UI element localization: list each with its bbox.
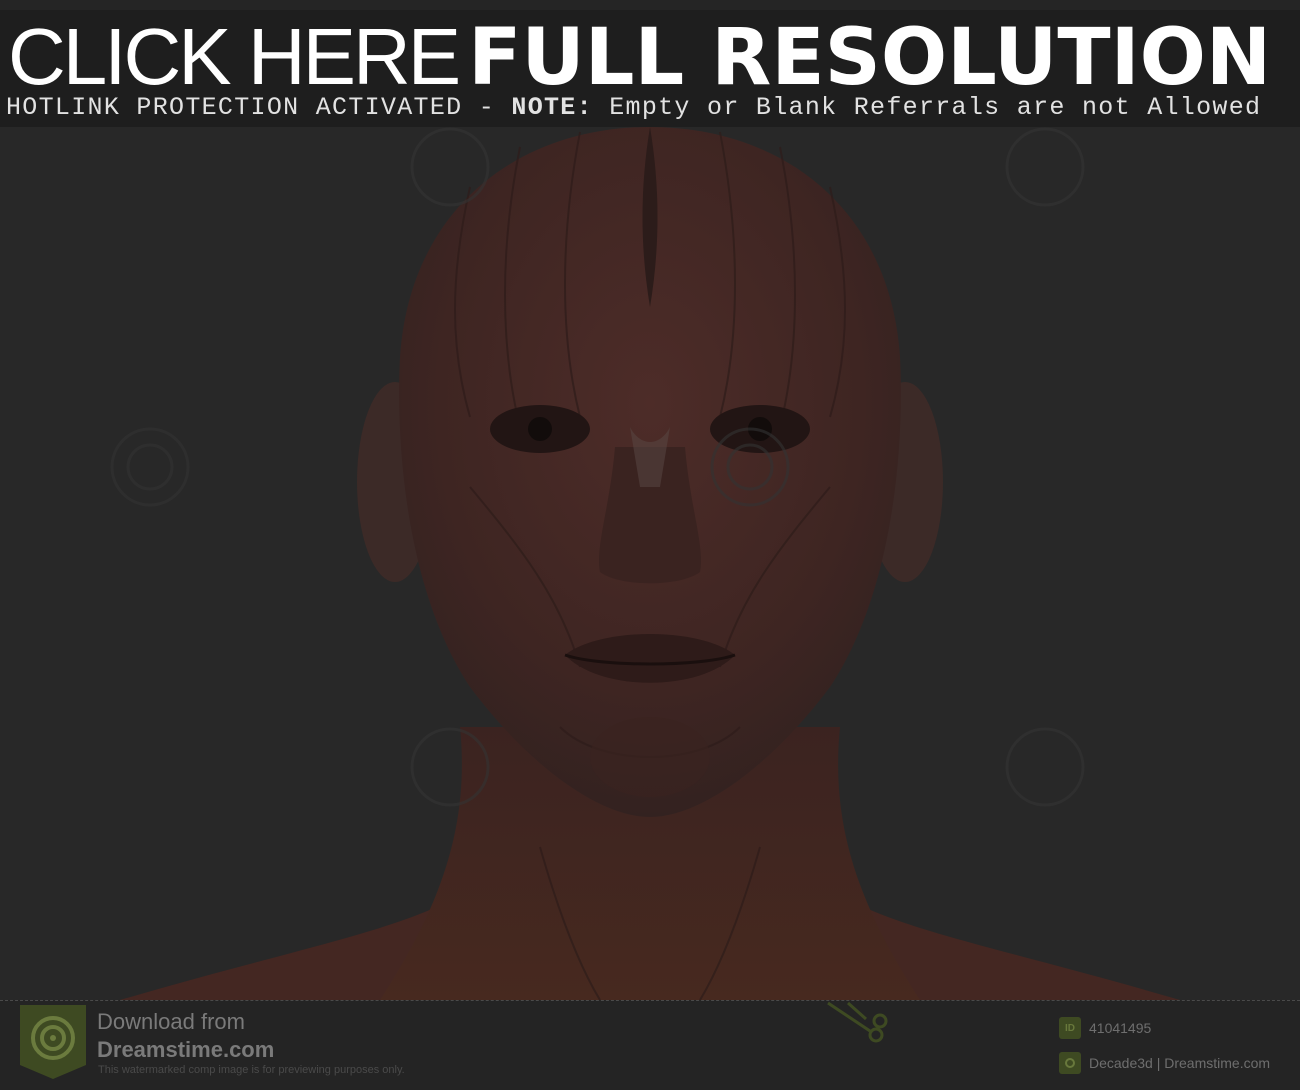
author-row[interactable]: Decade3d | Dreamstime.com — [1059, 1052, 1270, 1074]
hotlink-banner[interactable]: CLICK HERE FULL RESOLUTION HOTLINK PROTEC… — [0, 10, 1300, 127]
author-credit[interactable]: Decade3d | Dreamstime.com — [1089, 1055, 1270, 1071]
id-icon: ID — [1059, 1017, 1081, 1039]
banner-subtitle-rest: Empty or Blank Referrals are not Allowed — [592, 93, 1262, 122]
image-id-row: ID 41041495 — [1059, 1017, 1151, 1039]
scissors-icon — [827, 1001, 888, 1043]
banner-subtitle: HOTLINK PROTECTION ACTIVATED - NOTE: Emp… — [6, 95, 1261, 121]
author-icon — [1059, 1052, 1081, 1074]
banner-title[interactable]: CLICK HERE FULL RESOLUTION — [8, 12, 1272, 103]
watermark-disclaimer: This watermarked comp image is for previ… — [98, 1064, 405, 1076]
dreamstime-footer: Download from Dreamstime.com This waterm… — [0, 1000, 1300, 1090]
face-muscle-illustration — [110, 127, 1180, 1000]
image-id: 41041495 — [1089, 1020, 1152, 1036]
dreamstime-link[interactable]: Dreamstime.com — [97, 1037, 274, 1063]
top-strip — [0, 0, 1300, 10]
anatomy-photo — [0, 127, 1300, 1000]
banner-title-thin: CLICK HERE — [8, 12, 461, 101]
dreamstime-spiral-icon[interactable] — [20, 1005, 86, 1079]
banner-subtitle-note: NOTE: — [511, 93, 593, 122]
download-from-label: Download from — [97, 1009, 245, 1034]
banner-subtitle-main: HOTLINK PROTECTION ACTIVATED - — [6, 93, 512, 122]
banner-title-bold: FULL RESOLUTION — [468, 13, 1272, 103]
